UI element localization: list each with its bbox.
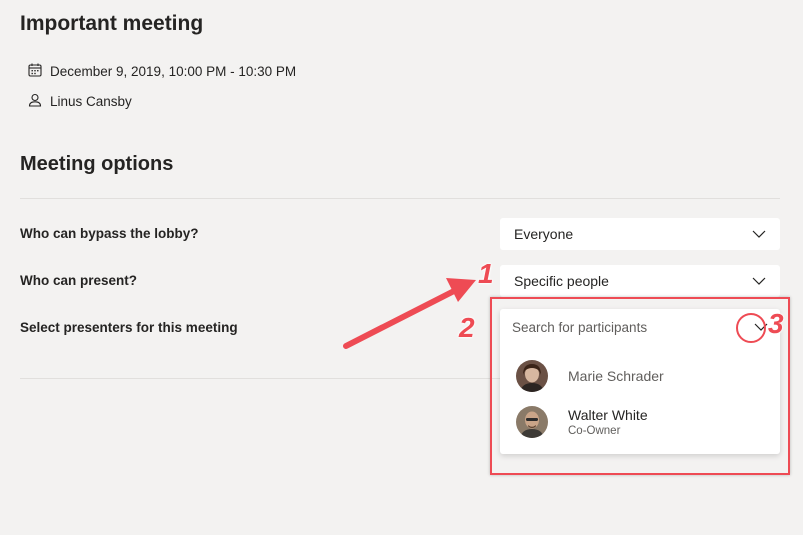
annotation-circle <box>736 313 766 343</box>
meeting-date-row: December 9, 2019, 10:00 PM - 10:30 PM <box>28 63 296 80</box>
annotation-number-1: 1 <box>478 258 494 289</box>
divider <box>20 378 500 379</box>
meeting-options-page: Important meeting December 9, 2019, 10:0… <box>0 0 803 535</box>
meeting-options-title: Meeting options <box>20 153 174 175</box>
annotation-number-2: 2 <box>459 312 475 343</box>
presenters-select-value: Specific people <box>514 273 609 289</box>
calendar-icon <box>28 63 42 80</box>
lobby-select[interactable]: Everyone <box>500 218 780 250</box>
divider <box>20 198 780 199</box>
meeting-title: Important meeting <box>20 12 204 35</box>
meeting-organizer: Linus Cansby <box>50 94 132 109</box>
lobby-select-value: Everyone <box>514 226 574 242</box>
presenters-select[interactable]: Specific people <box>500 265 780 297</box>
person-icon <box>28 93 42 110</box>
chevron-down-icon <box>752 276 766 286</box>
meeting-date: December 9, 2019, 10:00 PM - 10:30 PM <box>50 64 297 79</box>
meeting-organizer-row: Linus Cansby <box>28 93 132 110</box>
annotation-number-3: 3 <box>768 308 784 339</box>
select-presenters-label: Select presenters for this meeting <box>20 320 238 335</box>
presenters-label: Who can present? <box>20 273 138 288</box>
chevron-down-icon <box>752 229 766 239</box>
lobby-label: Who can bypass the lobby? <box>20 226 199 241</box>
